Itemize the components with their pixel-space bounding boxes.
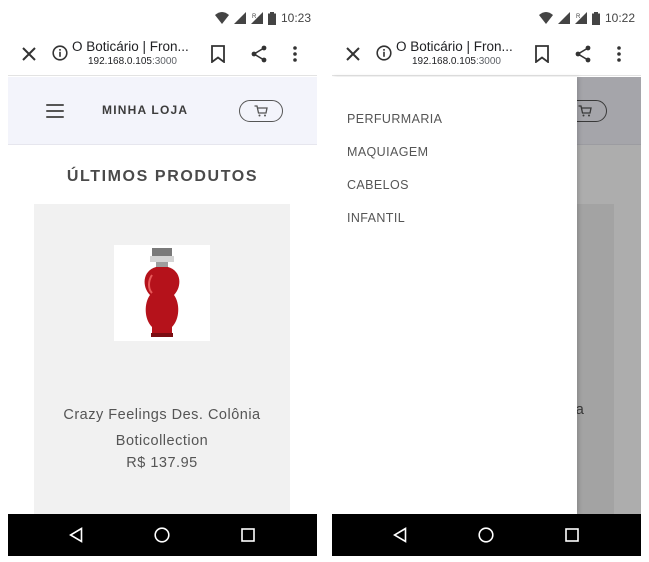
signal-icon: [557, 12, 570, 24]
phone-screen-menu-open: R 10:22 O Boticário | Fron... 192.168.0.…: [332, 0, 641, 556]
android-nav-bar: [8, 514, 317, 556]
back-icon[interactable]: [393, 527, 407, 543]
drawer-item-maquiagem[interactable]: MAQUIAGEM: [347, 145, 428, 159]
svg-text:R: R: [576, 14, 581, 20]
page-title[interactable]: O Boticário | Fron...: [396, 39, 513, 54]
product-price: R$ 137.95: [126, 455, 198, 471]
page-title[interactable]: O Boticário | Fron...: [72, 39, 189, 54]
more-vert-icon[interactable]: [291, 44, 299, 64]
status-bar: R 10:22: [332, 0, 641, 34]
close-icon[interactable]: [344, 45, 362, 63]
battery-icon: [591, 11, 600, 25]
android-nav-bar: [332, 514, 641, 556]
product-card[interactable]: Crazy Feelings Des. Colônia Boticollecti…: [34, 204, 290, 514]
back-icon[interactable]: [69, 527, 83, 543]
drawer-item-cabelos[interactable]: CABELOS: [347, 178, 409, 192]
recents-icon[interactable]: [241, 528, 255, 542]
cart-icon: [254, 105, 268, 117]
info-icon[interactable]: [376, 45, 392, 61]
home-icon[interactable]: [154, 527, 170, 543]
share-icon[interactable]: [249, 44, 269, 64]
more-vert-icon[interactable]: [615, 44, 623, 64]
menu-icon[interactable]: [46, 104, 64, 118]
url-host: 192.168.0.105: [412, 56, 476, 67]
drawer-item-perfumaria[interactable]: PERFURMARIA: [347, 112, 442, 126]
site-header: MINHA LOJA: [8, 77, 317, 145]
cart-button[interactable]: [239, 100, 283, 122]
brand-logo[interactable]: MINHA LOJA: [102, 103, 188, 117]
product-image[interactable]: [114, 245, 210, 341]
status-time: 10:22: [604, 11, 635, 25]
wifi-icon: [214, 12, 229, 24]
status-bar: R 10:23: [8, 0, 317, 34]
phone-screen-store: R 10:23 O Boticário | Fron... 192.168.0.…: [8, 0, 317, 556]
section-title: ÚLTIMOS PRODUTOS: [66, 168, 259, 185]
url-port: :3000: [151, 56, 177, 67]
url-port: :3000: [475, 56, 501, 67]
wifi-icon: [538, 12, 553, 24]
perfume-bottle-image: [144, 248, 180, 337]
info-icon[interactable]: [52, 45, 68, 61]
signal-roaming-icon: R: [250, 12, 263, 24]
product-name-line-2: Boticollection: [115, 433, 209, 449]
bookmark-icon[interactable]: [210, 45, 226, 63]
drawer-item-infantil[interactable]: INFANTIL: [347, 211, 405, 225]
recents-icon[interactable]: [565, 528, 579, 542]
page-url[interactable]: 192.168.0.105:3000: [412, 56, 501, 67]
browser-toolbar: O Boticário | Fron... 192.168.0.105:3000: [8, 34, 317, 76]
battery-icon: [267, 11, 276, 25]
signal-roaming-icon: R: [574, 12, 587, 24]
nav-drawer: PERFURMARIA MAQUIAGEM CABELOS INFANTIL: [332, 77, 577, 514]
browser-toolbar: O Boticário | Fron... 192.168.0.105:3000: [332, 34, 641, 76]
status-time: 10:23: [280, 11, 311, 25]
svg-text:R: R: [252, 14, 257, 20]
home-icon[interactable]: [478, 527, 494, 543]
product-name-line-1: Crazy Feelings Des. Colônia: [63, 407, 261, 423]
url-host: 192.168.0.105: [88, 56, 152, 67]
product-name[interactable]: Crazy Feelings Des. Colônia Boticollecti…: [34, 402, 290, 454]
bookmark-icon[interactable]: [534, 45, 550, 63]
signal-icon: [233, 12, 246, 24]
page-url[interactable]: 192.168.0.105:3000: [88, 56, 177, 67]
close-icon[interactable]: [20, 45, 38, 63]
share-icon[interactable]: [573, 44, 593, 64]
